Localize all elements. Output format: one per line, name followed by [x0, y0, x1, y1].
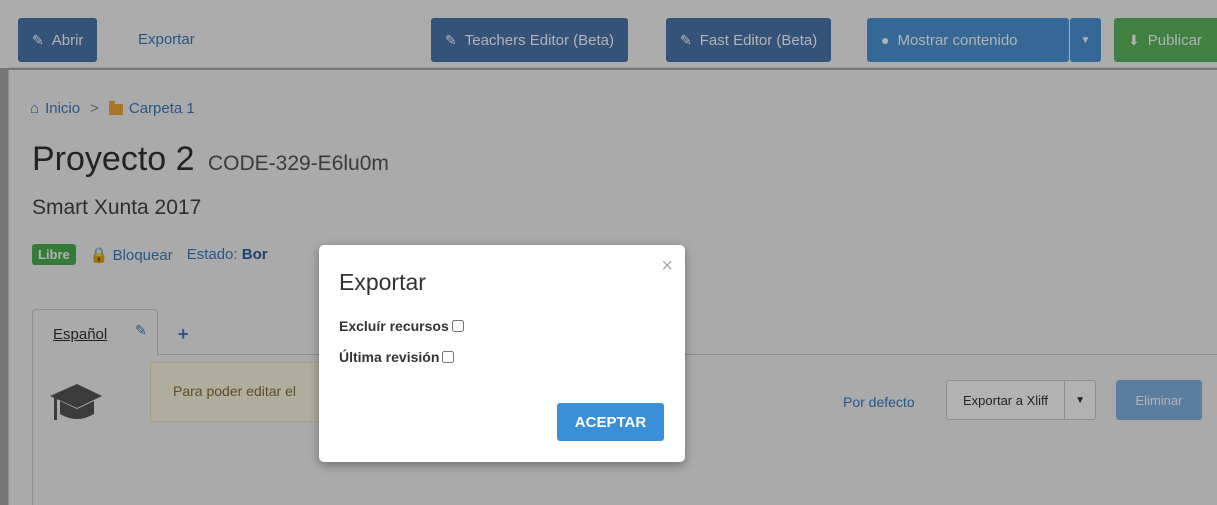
option-label: Excluír recursos [339, 318, 449, 334]
option-excluir-recursos[interactable]: Excluír recursos [339, 318, 464, 334]
option-ultima-revision[interactable]: Última revisión [339, 349, 455, 365]
export-modal: Exportar × Excluír recursos Última revis… [319, 245, 685, 462]
ultima-revision-checkbox[interactable] [442, 351, 455, 363]
excluir-recursos-checkbox[interactable] [451, 320, 464, 332]
close-icon[interactable]: × [661, 255, 673, 278]
option-label: Última revisión [339, 349, 440, 365]
aceptar-button[interactable]: ACEPTAR [557, 403, 664, 441]
modal-title: Exportar [339, 269, 426, 295]
